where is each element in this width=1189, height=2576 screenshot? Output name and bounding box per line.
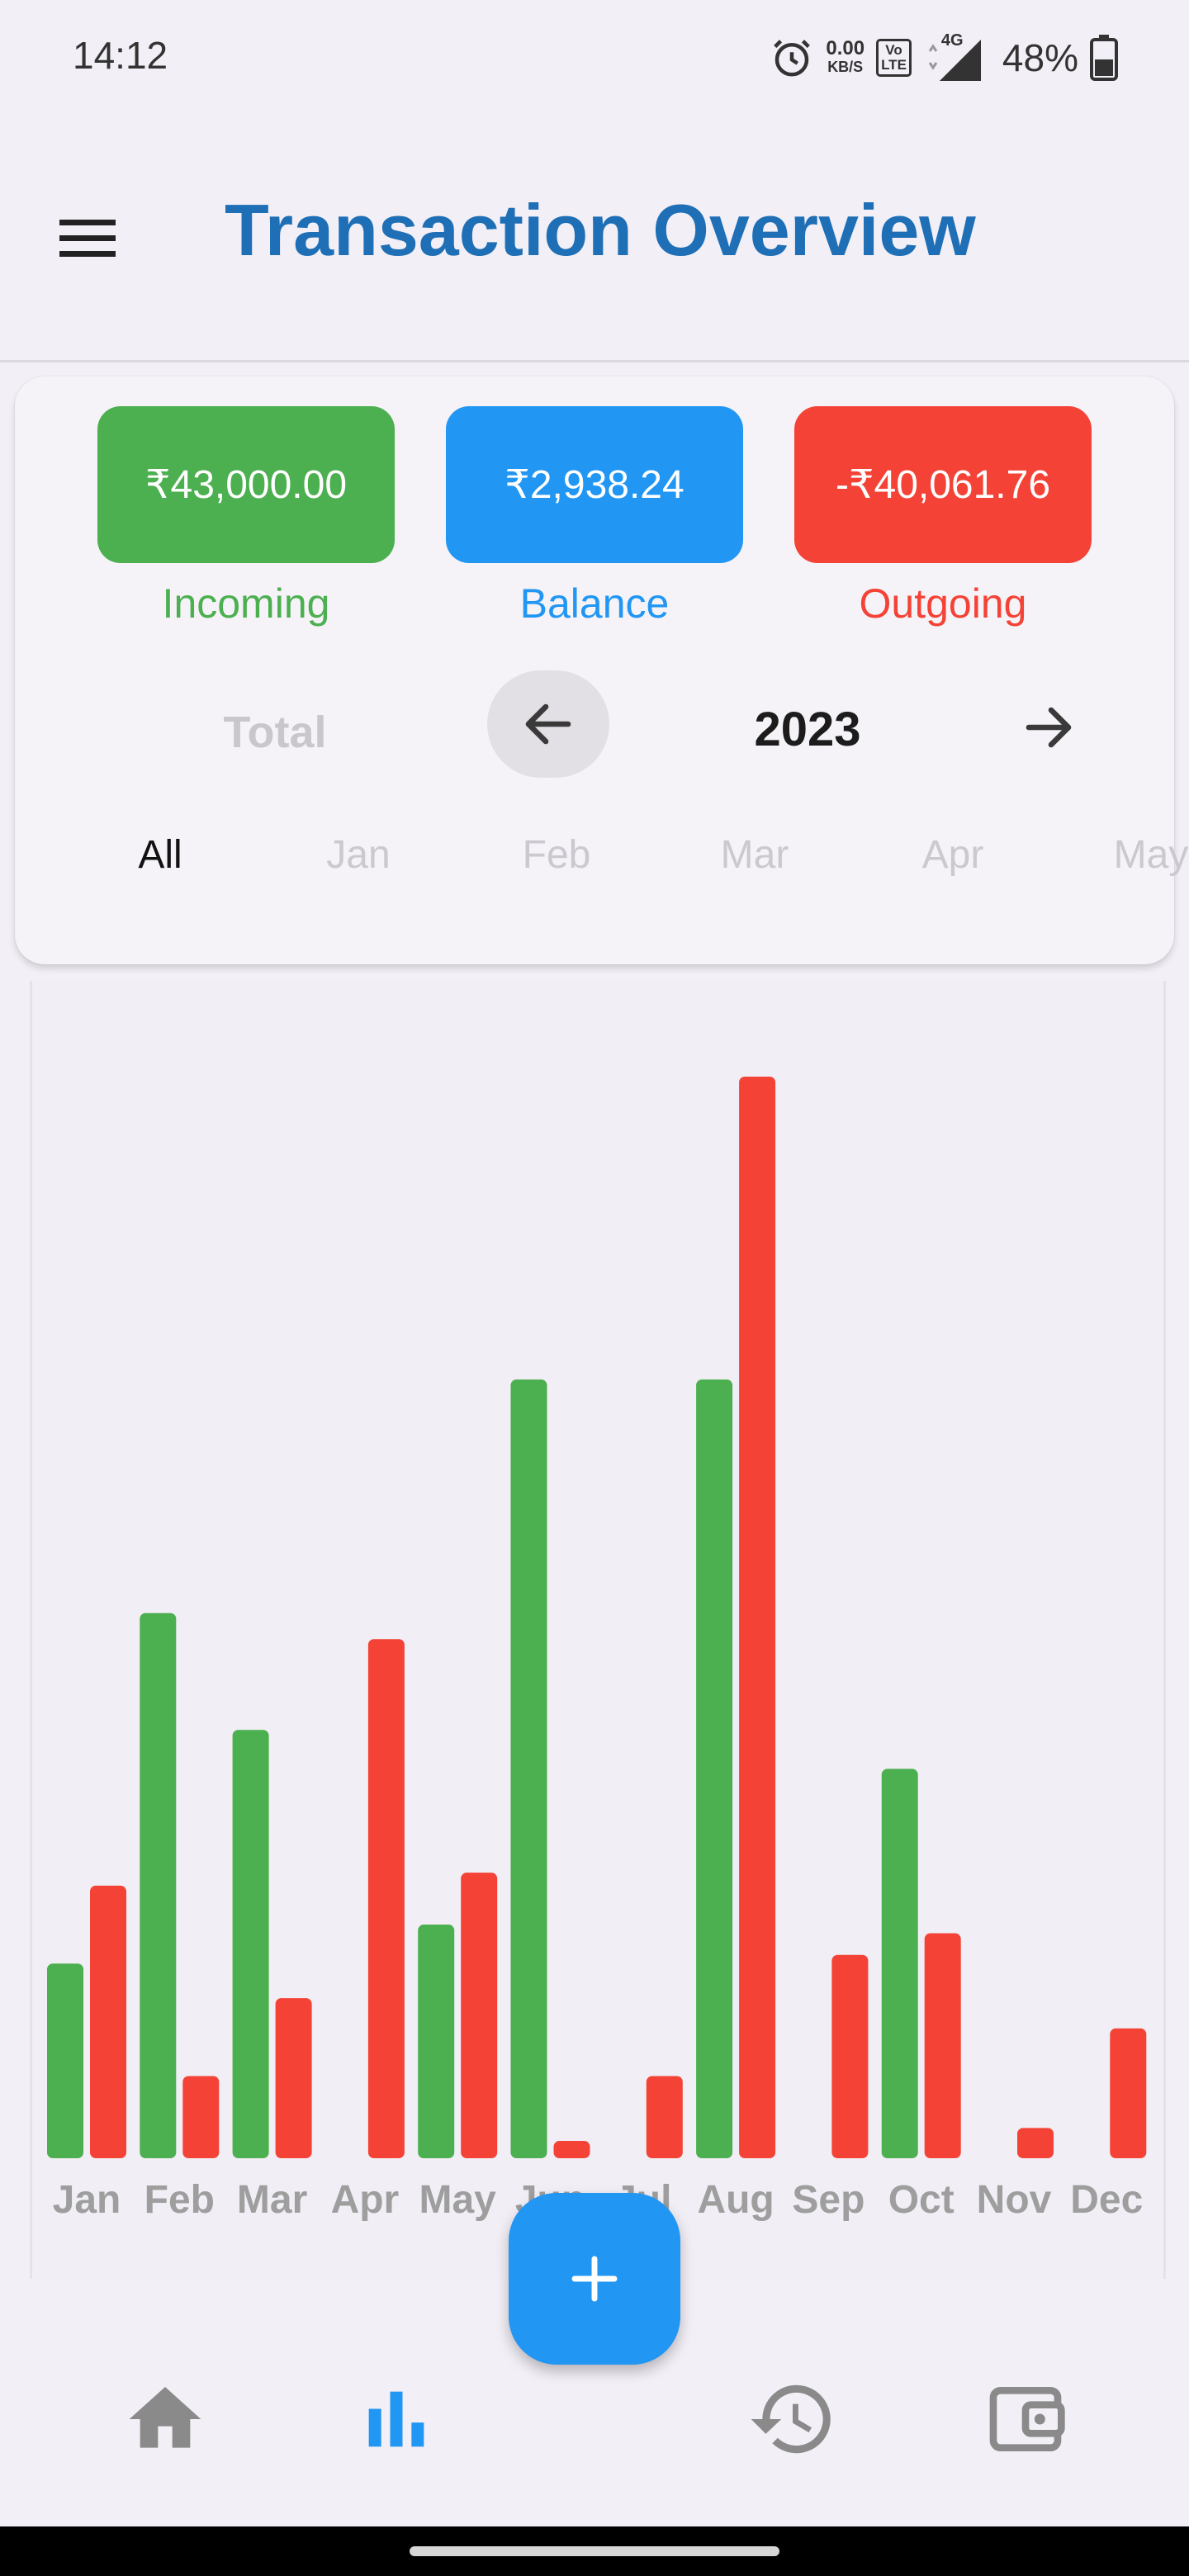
bar-incoming-mar — [232, 1730, 269, 2158]
bar-incoming-may — [418, 1925, 455, 2158]
tab-mar[interactable]: Mar — [672, 832, 837, 878]
balance-amount-card: ₹2,938.24 — [446, 406, 743, 563]
bar-incoming-jun — [510, 1379, 547, 2158]
page-title: Transaction Overview — [225, 189, 976, 271]
tab-apr[interactable]: Apr — [870, 832, 1035, 878]
x-tick-label-jan: Jan — [53, 2178, 121, 2222]
balance-amount: ₹2,938.24 — [504, 463, 685, 507]
total-period-button[interactable]: Total — [172, 707, 378, 758]
incoming-label: Incoming — [162, 580, 330, 627]
status-time: 14:12 — [73, 34, 168, 77]
status-bar: 14:12 0.00 KB/S Vo LTE 4G 48% — [0, 0, 1189, 116]
battery-percent: 48% — [1002, 36, 1078, 79]
hamburger-menu-icon[interactable] — [48, 198, 127, 277]
tab-all[interactable]: All — [78, 832, 243, 878]
outgoing-amount: -₹40,061.76 — [835, 463, 1051, 507]
x-tick-label-apr: Apr — [331, 2178, 400, 2222]
x-tick-label-feb: Feb — [144, 2178, 215, 2222]
tab-jan[interactable]: Jan — [276, 832, 441, 878]
nav-home[interactable] — [107, 2361, 223, 2477]
arrow-left-icon — [525, 703, 571, 745]
bar-incoming-aug — [696, 1379, 733, 2158]
bar-outgoing-sep — [831, 1954, 869, 2158]
bar-outgoing-jul — [646, 2076, 683, 2158]
home-icon — [129, 2387, 201, 2448]
plus-icon — [571, 2256, 618, 2302]
bar-chart-icon — [368, 2391, 424, 2447]
nav-statistics[interactable] — [339, 2361, 454, 2477]
previous-year-button[interactable] — [487, 670, 609, 778]
outgoing-amount-card: -₹40,061.76 — [794, 406, 1092, 563]
signal-icon: 4G — [923, 31, 986, 83]
bar-incoming-oct — [881, 1769, 918, 2158]
x-tick-label-aug: Aug — [697, 2178, 774, 2222]
network-speed-unit: KB/S — [827, 59, 864, 75]
summary-card: ₹43,000.00 Incoming ₹2,938.24 Balance -₹… — [15, 376, 1188, 964]
x-tick-label-oct: Oct — [888, 2178, 955, 2222]
network-type: 4G — [940, 31, 964, 50]
balance-label: Balance — [519, 580, 670, 627]
bar-outgoing-jan — [90, 1885, 126, 2158]
network-speed-value: 0.00 — [826, 37, 865, 59]
year-label: 2023 — [754, 703, 861, 756]
arrow-right-icon — [1026, 707, 1072, 748]
outgoing-label: Outgoing — [859, 580, 1027, 627]
status-icons: 0.00 KB/S Vo LTE 4G 48% — [770, 31, 1118, 84]
bar-outgoing-jun — [553, 2141, 590, 2158]
bar-outgoing-apr — [367, 1639, 405, 2158]
system-navigation-bar — [0, 2526, 1189, 2576]
bar-outgoing-aug — [739, 1077, 776, 2158]
volte-icon: Vo LTE — [876, 39, 912, 77]
bar-outgoing-feb — [182, 2076, 220, 2158]
bar-outgoing-oct — [924, 1933, 961, 2158]
battery-icon — [1090, 35, 1118, 81]
x-tick-label-sep: Sep — [792, 2178, 865, 2222]
x-tick-label-nov: Nov — [977, 2178, 1052, 2222]
bar-outgoing-may — [461, 1873, 498, 2158]
gesture-handle[interactable] — [410, 2546, 779, 2556]
wallet-icon — [989, 2387, 1065, 2451]
add-transaction-button[interactable] — [509, 2193, 680, 2365]
app-bar: Transaction Overview — [0, 116, 1189, 362]
incoming-amount: ₹43,000.00 — [144, 463, 348, 507]
bar-outgoing-nov — [1017, 2128, 1054, 2158]
tab-may[interactable]: May — [1068, 832, 1189, 878]
volte-bottom: LTE — [881, 57, 907, 73]
nav-history[interactable] — [735, 2361, 850, 2477]
x-tick-label-mar: Mar — [237, 2178, 307, 2222]
x-tick-label-may: May — [419, 2178, 497, 2222]
history-icon — [751, 2384, 831, 2454]
tab-feb[interactable]: Feb — [474, 832, 639, 878]
next-year-button[interactable] — [991, 682, 1106, 773]
nav-wallet[interactable] — [968, 2361, 1083, 2477]
x-tick-label-dec: Dec — [1070, 2178, 1143, 2222]
bar-incoming-jan — [47, 1963, 83, 2158]
alarm-icon — [774, 40, 811, 77]
monthly-bar-chart: JanFebMarAprMayJunJulAugSepOctNovDec — [47, 1077, 1147, 2222]
chart-panel: JanFebMarAprMayJunJulAugSepOctNovDec — [30, 981, 1166, 2279]
incoming-amount-card: ₹43,000.00 — [97, 406, 395, 563]
bar-outgoing-mar — [275, 1998, 312, 2158]
network-speed: 0.00 KB/S — [826, 37, 865, 76]
bar-incoming-feb — [140, 1612, 177, 2158]
bar-outgoing-dec — [1110, 2028, 1147, 2158]
volte-top: Vo — [885, 42, 902, 58]
